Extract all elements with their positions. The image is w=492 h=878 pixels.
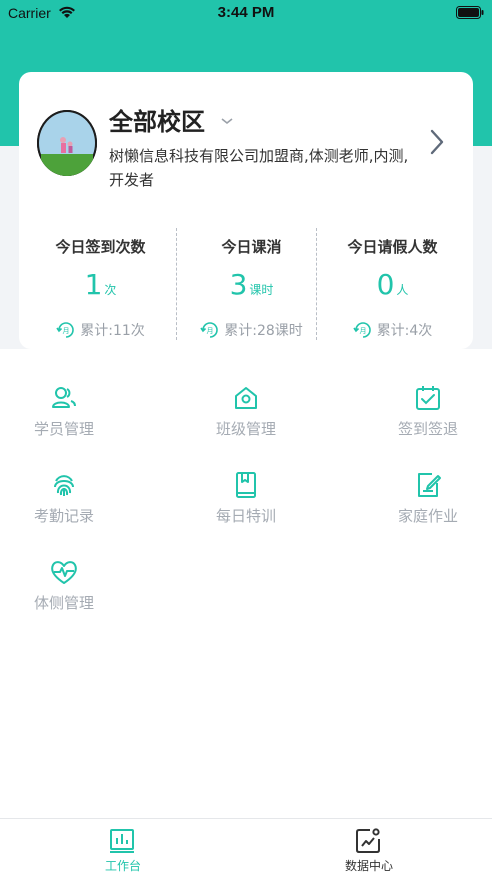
monthly-calendar-icon: 月 — [56, 322, 75, 338]
status-bar: Carrier 3:44 PM — [0, 0, 492, 26]
stat-label: 今日签到次数 — [55, 238, 146, 256]
stats-row: 今日签到次数 1次 月 累计:11次 今日课消 3 课时 月 累计:28课时 今… — [19, 222, 473, 342]
stat-label: 今日请假人数 — [347, 238, 438, 256]
clock: 3:44 PM — [217, 4, 275, 21]
svg-text:月: 月 — [207, 327, 214, 335]
tab-bar: 工作台 数据中心 — [0, 818, 492, 878]
stat-label: 今日课消 — [221, 238, 282, 256]
stat-checkins[interactable]: 今日签到次数 1次 月 累计:11次 — [25, 228, 176, 340]
home-icon — [235, 387, 257, 409]
stat-lessons[interactable]: 今日课消 3 课时 月 累计:28课时 — [176, 228, 327, 340]
stat-total: 月 累计:4次 — [317, 320, 468, 340]
fingerprint-icon — [54, 475, 74, 496]
calendar-check-icon — [416, 386, 440, 410]
tab-label: 工作台 — [104, 859, 141, 873]
organization-description: 树懒信息科技有限公司加盟商,体测老师,内测,开发者 — [109, 147, 409, 189]
tab-workbench[interactable]: 工作台 — [0, 819, 246, 878]
battery-icon — [456, 6, 484, 19]
stat-value: 1次 — [84, 268, 117, 301]
stat-value: 3 课时 — [229, 268, 274, 301]
stat-total: 月 累计:11次 — [25, 320, 176, 340]
menu-label: 家庭作业 — [397, 507, 458, 525]
menu-label: 每日特训 — [215, 507, 276, 525]
menu-class-management[interactable]: 班级管理 — [186, 382, 306, 452]
tab-data-center[interactable]: 数据中心 — [246, 819, 492, 878]
avatar[interactable] — [37, 110, 97, 176]
menu-homework[interactable]: 家庭作业 — [368, 469, 488, 539]
edit-document-icon — [418, 473, 441, 497]
menu-label: 班级管理 — [215, 420, 276, 438]
monthly-calendar-icon: 月 — [353, 322, 371, 338]
svg-text:月: 月 — [359, 327, 366, 335]
stat-total: 月 累计:28课时 — [176, 320, 327, 340]
menu-label: 学员管理 — [33, 420, 94, 438]
campus-title[interactable]: 全部校区 — [109, 102, 205, 137]
users-icon — [52, 387, 76, 408]
monthly-calendar-icon: 月 — [200, 322, 219, 338]
menu-check-in-out[interactable]: 签到签退 — [368, 382, 488, 452]
avatar-image — [37, 110, 97, 176]
menu-fitness-test-management[interactable]: 体侧管理 — [4, 556, 124, 626]
menu-student-management[interactable]: 学员管理 — [4, 382, 124, 452]
campus-card: 全部校区 树懒信息科技有限公司加盟商,体测老师,内测,开发者 今日签到次数 1次… — [19, 72, 473, 349]
tab-label: 数据中心 — [344, 859, 393, 873]
stat-leave[interactable]: 今日请假人数 0人 月 累计:4次 — [317, 228, 468, 340]
bar-chart-icon — [110, 829, 134, 853]
svg-text:月: 月 — [63, 327, 70, 335]
menu-label: 考勤记录 — [33, 507, 94, 525]
book-icon — [236, 472, 256, 498]
menu-label: 体侧管理 — [33, 594, 94, 612]
chevron-right-icon[interactable] — [429, 128, 445, 156]
menu-attendance-records[interactable]: 考勤记录 — [4, 469, 124, 539]
menu-daily-training[interactable]: 每日特训 — [186, 469, 306, 539]
chevron-down-icon[interactable] — [219, 116, 235, 126]
stat-value: 0人 — [376, 268, 409, 301]
trend-chart-icon — [356, 828, 380, 853]
menu-label: 签到签退 — [397, 420, 458, 438]
heart-pulse-icon — [51, 561, 77, 584]
